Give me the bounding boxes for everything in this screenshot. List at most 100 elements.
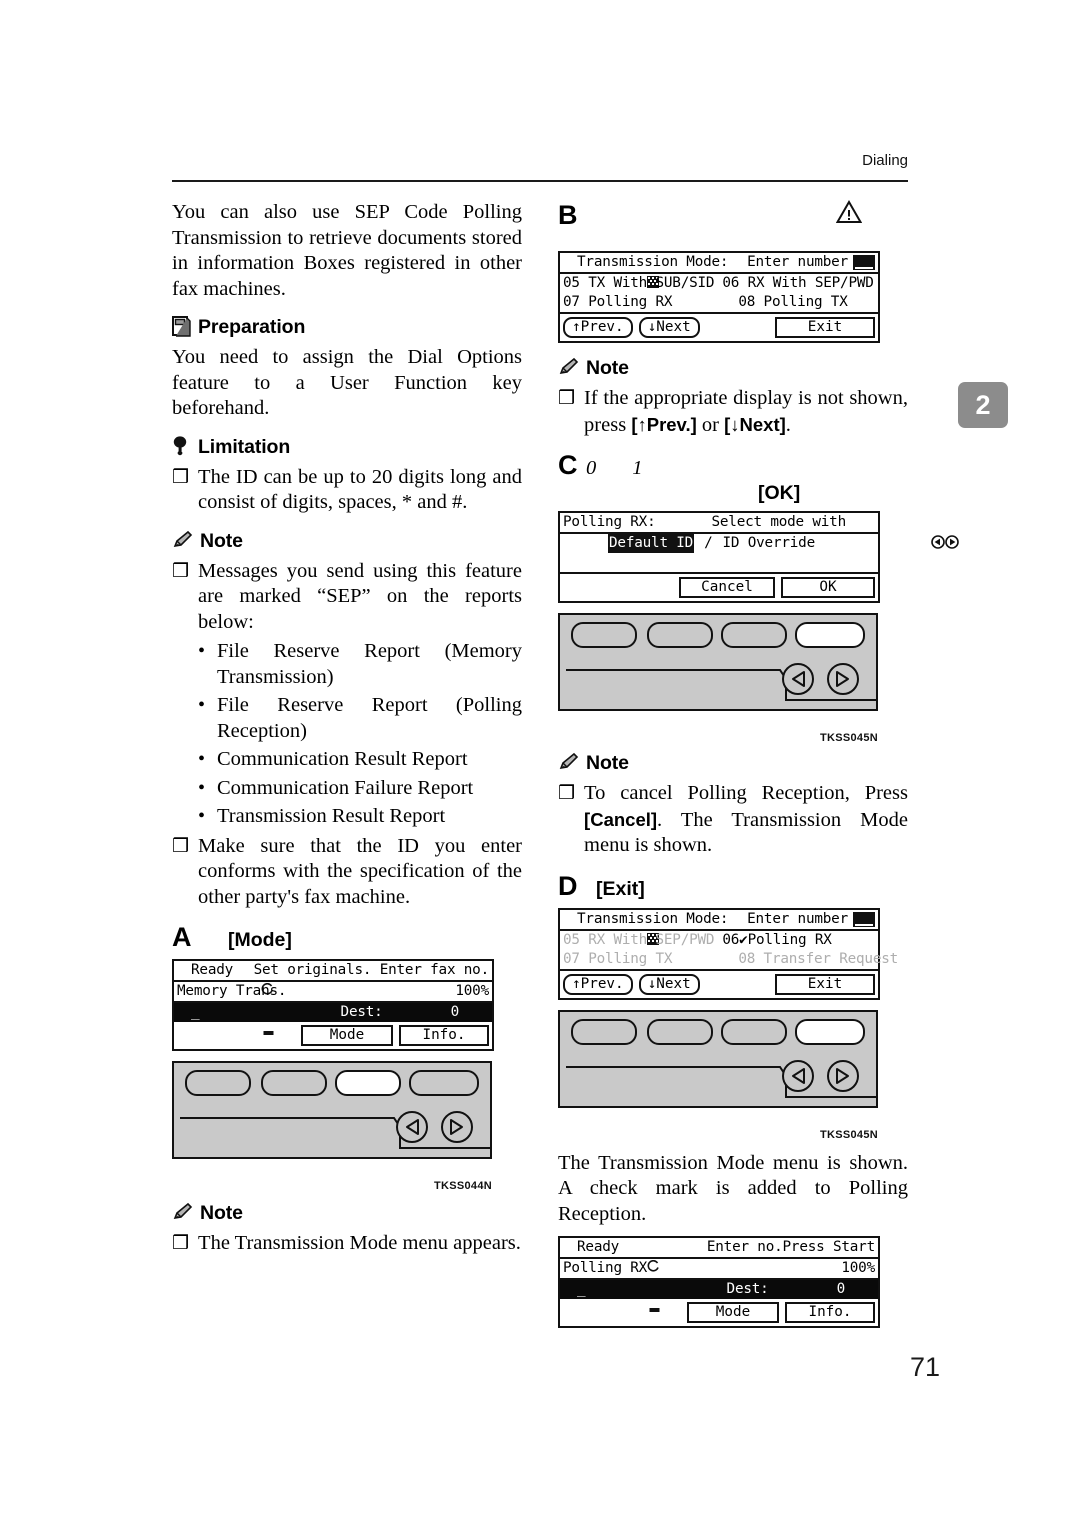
operation-panel-illustration	[558, 1009, 878, 1108]
step-c: C 0 1	[558, 451, 908, 480]
note-heading: Note	[172, 530, 522, 556]
lcd-final: Ready Enter no.Press Start Polling RX 10…	[558, 1236, 880, 1328]
option-06-checked[interactable]: 06✔Polling RX	[722, 931, 832, 950]
lcd-exit-button[interactable]: Exit	[775, 973, 875, 995]
step-d: D [Exit]	[558, 872, 908, 901]
square-bullet-icon: ❒	[172, 834, 190, 857]
square-bullet-icon: ❒	[558, 782, 576, 804]
lcd-next-button[interactable]: ↓Next	[638, 973, 700, 995]
dot-bullet-icon: •	[198, 776, 206, 799]
option-05[interactable]: 05 RX With SEP/PWD	[563, 931, 715, 950]
note-item-1: ❒ Messages you send using this feature a…	[172, 559, 522, 636]
step-letter: C	[558, 450, 578, 480]
lcd-next-button[interactable]: ↓Next	[638, 317, 700, 338]
note-label: Note	[200, 1202, 243, 1224]
list-item: • File Reserve Report (Memory Transmissio…	[198, 639, 522, 690]
preparation-label: Preparation	[198, 316, 306, 338]
lcd-cancel-button[interactable]: Cancel	[679, 577, 775, 598]
telephone-icon	[177, 1006, 277, 1038]
note-after-a-item: ❒ The Transmission Mode menu appears.	[172, 1231, 522, 1257]
lcd-mode-button[interactable]: Mode	[687, 1302, 779, 1323]
dot-bullet-icon: •	[198, 640, 206, 662]
lcd-status-row: Ready Set originals. Enter fax no.	[174, 961, 492, 995]
operation-panel-c: TKSS045N	[558, 613, 878, 744]
panel-key-4-highlighted	[795, 1018, 865, 1045]
right-column: B Transmission Mode: Enter number 05 TX …	[558, 199, 959, 1328]
lcd-mode-row: Memory Trans. 100%	[174, 982, 492, 1003]
lcd-status-row: Ready Enter no.Press Start	[560, 1238, 878, 1272]
operation-panel-illustration	[558, 613, 878, 711]
document-page: Dialing 2 71 You can also use SEP Code P…	[0, 0, 1080, 1525]
grid-icon	[563, 913, 660, 945]
closing-paragraph: The Transmission Mode menu is shown. A c…	[558, 1151, 908, 1225]
lcd-spacer-row	[560, 553, 878, 574]
option-id-override[interactable]: ID Override	[723, 534, 816, 553]
page-number: 71	[909, 1352, 940, 1382]
lcd-button-row: Cancel OK	[560, 574, 878, 601]
lcd-info-button[interactable]: Info.	[785, 1302, 875, 1323]
panel-key-1	[571, 1018, 637, 1045]
option-07[interactable]: 07 Polling TX	[563, 950, 673, 969]
lcd-option-row: 07 Polling TX 08 Transfer Request	[560, 950, 898, 971]
step-letter: D	[558, 870, 578, 901]
circle-left-arrow-icon	[847, 516, 945, 549]
figure-code: TKSS045N	[819, 1128, 878, 1141]
list-item: • Communication Failure Report	[198, 776, 522, 802]
lcd-step-d: Transmission Mode: Enter number 05 RX Wi…	[558, 907, 898, 1000]
panel-key-3	[721, 622, 787, 648]
prev-key-callout: [↑Prev.]	[631, 413, 697, 435]
note-label: Note	[586, 752, 629, 774]
cursor-block	[853, 911, 875, 927]
report-list: • File Reserve Report (Memory Transmissio…	[172, 639, 522, 830]
lcd-mode-button[interactable]: Mode	[301, 1025, 393, 1046]
operation-panel-illustration	[172, 1061, 492, 1159]
lcd-mode-select-row: Default ID / ID Override	[608, 534, 816, 553]
option-08[interactable]: 08 Transfer Request	[738, 950, 898, 969]
lcd-ok-button[interactable]: OK	[781, 577, 875, 598]
note-label: Note	[200, 529, 243, 552]
telephone-icon	[563, 1283, 663, 1315]
panel-key-4-highlighted	[795, 622, 865, 648]
panel-key-2	[647, 622, 713, 648]
panel-key-2	[647, 1018, 713, 1045]
dot-bullet-icon: •	[198, 748, 206, 770]
lcd-info-button[interactable]: Info.	[399, 1025, 489, 1046]
option-default-id[interactable]: Default ID	[608, 534, 695, 553]
lcd-option-row: 05 RX With SEP/PWD 06✔Polling RX	[560, 931, 878, 950]
limitation-item: ❒ The ID can be up to 20 digits long and…	[172, 465, 522, 516]
preparation-text: You need to assign the Dial Options feat…	[172, 346, 522, 419]
header-rule	[172, 180, 908, 182]
lcd-option-row: 05 TX With SUB/SID 06 RX With SEP/PWD	[563, 275, 874, 291]
preparation-heading: Preparation	[172, 316, 522, 342]
lcd-exit-button[interactable]: Exit	[775, 317, 875, 338]
note-after-c-heading: Note	[558, 752, 908, 778]
circle-right-arrow-icon	[861, 516, 959, 549]
pin-icon	[172, 435, 191, 462]
lcd-title-row: Polling RX: Select mode with	[560, 513, 959, 549]
step-a: A [Mode]	[172, 923, 522, 952]
step-letter: A	[172, 922, 192, 952]
intro-paragraph: You can also use SEP Code Polling Transm…	[172, 201, 522, 300]
note-item-2: ❒ Make sure that the ID you enter confor…	[172, 834, 522, 911]
lcd-button-row: ↑Prev. ↓Next Exit	[560, 314, 878, 341]
square-bullet-icon: ❒	[172, 465, 190, 488]
panel-key-4	[409, 1070, 479, 1096]
note-label: Note	[586, 357, 629, 379]
lcd-prev-button[interactable]: ↑Prev.	[563, 973, 633, 995]
pencil-icon	[172, 1202, 193, 1228]
operation-panel-a: TKSS044N	[172, 1061, 492, 1192]
note-after-a-heading: Note	[172, 1202, 522, 1228]
ready-circle-icon	[177, 964, 273, 995]
running-head: Dialing	[862, 152, 908, 169]
panel-key-1	[185, 1070, 251, 1096]
square-bullet-icon: ❒	[172, 559, 190, 582]
lcd-title-row: Transmission Mode: Enter number	[560, 910, 878, 945]
warning-triangle-icon	[835, 199, 863, 229]
lcd-mode-row: Polling RX 100%	[560, 1259, 878, 1280]
lcd-prev-button[interactable]: ↑Prev.	[563, 317, 633, 338]
lcd-option-row: 07 Polling RX 08 Polling TX	[560, 293, 878, 314]
cancel-key-callout: [Cancel]	[584, 808, 658, 830]
panel-key-2	[261, 1070, 327, 1096]
step-letter: B	[558, 200, 578, 230]
panel-key-3	[721, 1018, 787, 1045]
